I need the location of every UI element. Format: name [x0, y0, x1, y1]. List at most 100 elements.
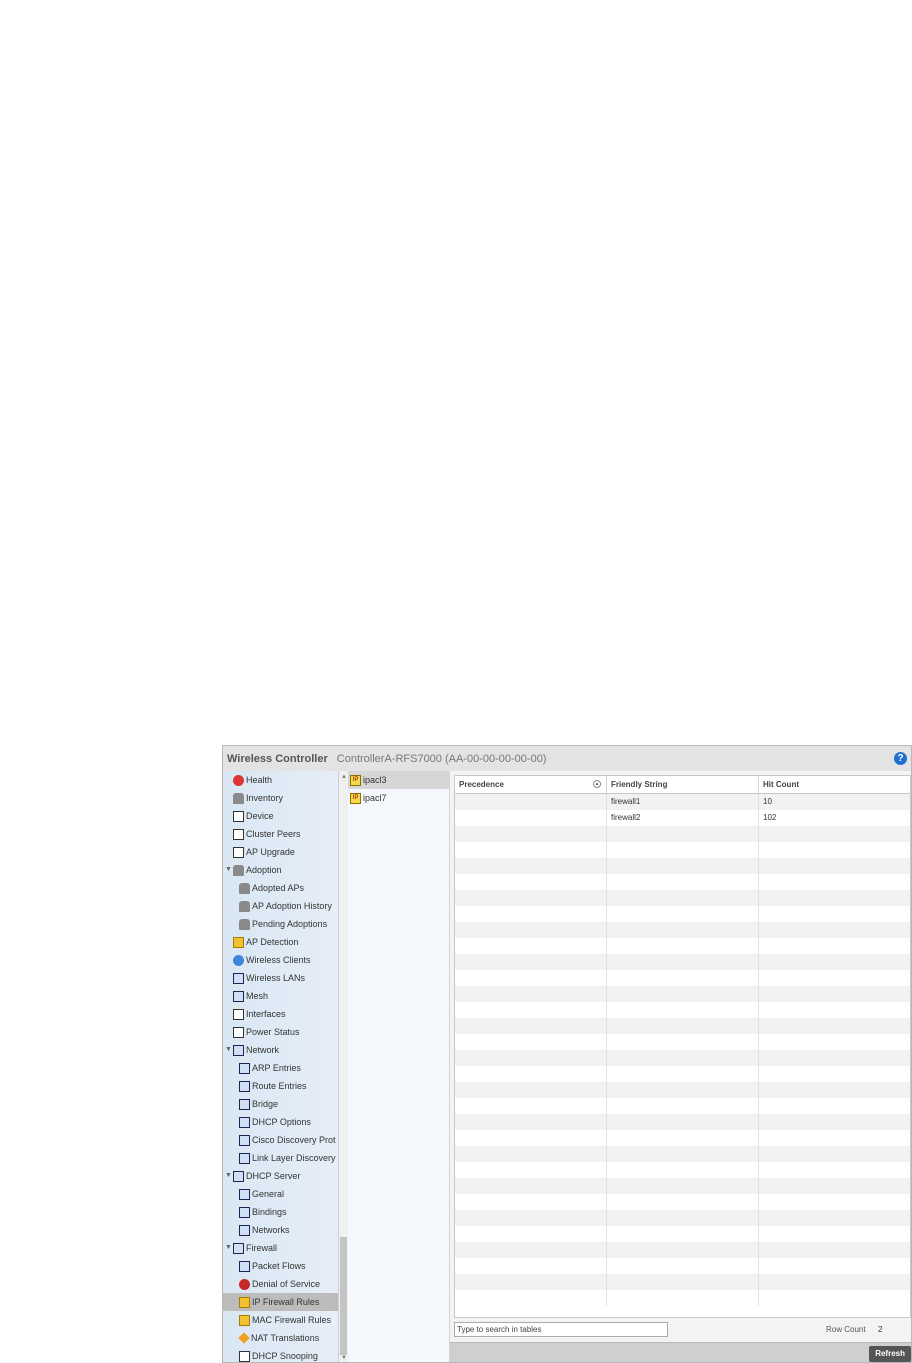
nav-item-label: Power Status [246, 1027, 300, 1037]
ip-firewall-rules-icon [239, 1296, 250, 1308]
nav-item-pending-adoptions[interactable]: Pending Adoptions [223, 915, 327, 933]
nav-item-denial-of-service[interactable]: Denial of Service [223, 1275, 320, 1293]
nav-item-cluster-peers[interactable]: Cluster Peers [223, 825, 301, 843]
nav-item-power-status[interactable]: Power Status [223, 1023, 300, 1041]
table-cell [759, 1178, 910, 1194]
nav-item-wireless-lans[interactable]: Wireless LANs [223, 969, 305, 987]
acl-list-item[interactable]: IP ipacl3 [348, 771, 449, 789]
nav-item-general[interactable]: General [223, 1185, 284, 1203]
table-row[interactable]: firewall1 10 [455, 794, 910, 810]
nav-item-link-layer-discovery[interactable]: Link Layer Discovery [223, 1149, 336, 1167]
table-cell [607, 1258, 759, 1274]
empty-table-row [455, 1018, 910, 1034]
table-cell [455, 874, 607, 890]
table-cell [607, 1242, 759, 1258]
scroll-down-icon[interactable]: ▼ [340, 1354, 348, 1362]
nav-item-inventory[interactable]: Inventory [223, 789, 283, 807]
nav-item-health[interactable]: Health [223, 771, 272, 789]
table-cell [607, 858, 759, 874]
table-cell [455, 986, 607, 1002]
table-cell [759, 842, 910, 858]
table-cell [607, 1050, 759, 1066]
mac-firewall-rules-icon [239, 1314, 250, 1326]
nav-item-ap-upgrade[interactable]: AP Upgrade [223, 843, 295, 861]
nav-item-ap-detection[interactable]: AP Detection [223, 933, 298, 951]
table-cell [607, 954, 759, 970]
nav-item-mesh[interactable]: Mesh [223, 987, 268, 1005]
empty-table-row [455, 986, 910, 1002]
nav-item-adoption[interactable]: ▼ Adoption [223, 861, 282, 879]
nav-item-label: Mesh [246, 991, 269, 1001]
table-cell [759, 858, 910, 874]
table-cell [455, 1258, 607, 1274]
nav-item-mac-firewall-rules[interactable]: MAC Firewall Rules [223, 1311, 331, 1329]
table-cell [455, 1274, 607, 1290]
nav-item-dhcp-options[interactable]: DHCP Options [223, 1113, 311, 1131]
ap-adoption-history-icon [239, 900, 250, 912]
table-cell [607, 1018, 759, 1034]
refresh-button[interactable]: Refresh [869, 1346, 911, 1362]
table-cell [455, 1290, 607, 1306]
nav-item-interfaces[interactable]: Interfaces [223, 1005, 286, 1023]
column-header-friendly-string[interactable]: Friendly String [607, 776, 759, 793]
nav-item-dhcp-server[interactable]: ▼ DHCP Server [223, 1167, 300, 1185]
nav-item-network[interactable]: ▼ Network [223, 1041, 279, 1059]
nav-scrollbar[interactable]: ▲ ▼ [338, 771, 348, 1362]
table-cell [759, 1226, 910, 1242]
expand-arrow-icon[interactable]: ▼ [225, 1167, 233, 1185]
nav-item-device[interactable]: Device [223, 807, 274, 825]
app-title: Wireless Controller [227, 752, 328, 765]
expand-arrow-icon[interactable]: ▼ [225, 1239, 233, 1257]
ip-firewall-rules-table: Precedence ▲ Friendly String Hit Count f… [454, 775, 911, 1318]
table-cell [759, 906, 910, 922]
route-entries-icon [239, 1080, 250, 1092]
nav-item-cisco-discovery-prot[interactable]: Cisco Discovery Prot [223, 1131, 336, 1149]
table-cell [607, 826, 759, 842]
empty-table-row [455, 1258, 910, 1274]
nav-item-bindings[interactable]: Bindings [223, 1203, 287, 1221]
nav-item-label: Firewall [246, 1243, 278, 1253]
dhcp-options-icon [239, 1116, 250, 1128]
nav-item-packet-flows[interactable]: Packet Flows [223, 1257, 306, 1275]
table-cell [607, 1210, 759, 1226]
table-cell [759, 970, 910, 986]
ip-acl-icon: IP [350, 792, 361, 804]
scrollbar-thumb[interactable] [340, 1237, 347, 1355]
nav-item-bridge[interactable]: Bridge [223, 1095, 278, 1113]
nav-item-wireless-clients[interactable]: Wireless Clients [223, 951, 311, 969]
scroll-up-icon[interactable]: ▲ [340, 773, 348, 781]
nav-item-arp-entries[interactable]: ARP Entries [223, 1059, 301, 1077]
table-row[interactable]: firewall2 102 [455, 810, 910, 826]
nav-item-route-entries[interactable]: Route Entries [223, 1077, 307, 1095]
nav-item-adopted-aps[interactable]: Adopted APs [223, 879, 304, 897]
column-header-precedence[interactable]: Precedence ▲ [455, 776, 607, 793]
general-icon [239, 1188, 250, 1200]
table-cell [607, 986, 759, 1002]
dhcp-server-icon [233, 1170, 244, 1182]
empty-table-row [455, 1002, 910, 1018]
column-header-hit-count[interactable]: Hit Count [759, 776, 910, 793]
mesh-icon [233, 990, 244, 1002]
nav-item-networks[interactable]: Networks [223, 1221, 290, 1239]
table-cell [759, 1050, 910, 1066]
empty-table-row [455, 874, 910, 890]
nav-item-ip-firewall-rules[interactable]: IP Firewall Rules [223, 1293, 338, 1311]
acl-list-item[interactable]: IP ipacl7 [348, 789, 449, 807]
expand-arrow-icon[interactable]: ▼ [225, 861, 233, 879]
table-cell [759, 1066, 910, 1082]
nav-item-dhcp-snooping[interactable]: DHCP Snooping [223, 1347, 318, 1362]
empty-table-row [455, 842, 910, 858]
inventory-icon [233, 792, 244, 804]
table-cell [759, 1210, 910, 1226]
nav-item-ap-adoption-history[interactable]: AP Adoption History [223, 897, 332, 915]
expand-arrow-icon[interactable]: ▼ [225, 1041, 233, 1059]
search-input[interactable] [454, 1322, 668, 1337]
nav-item-label: Pending Adoptions [252, 919, 328, 929]
table-cell [759, 1274, 910, 1290]
sort-ascending-icon[interactable]: ▲ [593, 780, 601, 788]
table-cell [607, 1290, 759, 1306]
nav-item-firewall[interactable]: ▼ Firewall [223, 1239, 277, 1257]
help-icon[interactable]: ? [894, 752, 907, 765]
nav-item-nat-translations[interactable]: NAT Translations [223, 1329, 319, 1347]
nav-item-label: Cluster Peers [246, 829, 301, 839]
